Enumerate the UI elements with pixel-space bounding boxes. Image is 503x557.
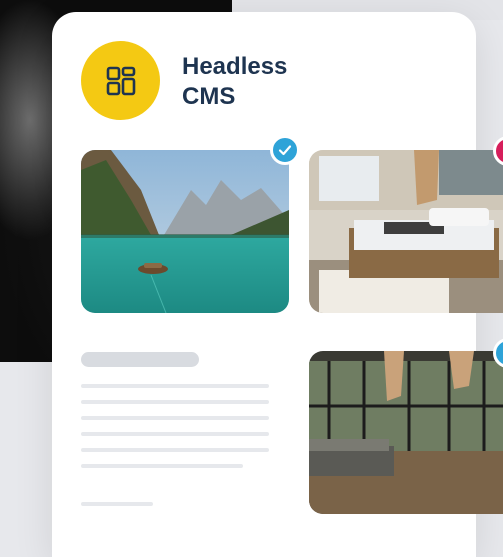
text-placeholder-line bbox=[81, 502, 153, 506]
sunroom-image[interactable] bbox=[309, 351, 503, 514]
bedroom-image[interactable] bbox=[309, 150, 503, 313]
heading-placeholder bbox=[81, 352, 199, 367]
title-line-2: CMS bbox=[182, 83, 236, 110]
text-placeholder-line bbox=[81, 416, 269, 420]
page-title: Headless CMS bbox=[182, 52, 382, 112]
title-line-1: Headless bbox=[182, 53, 288, 80]
selected-check-badge[interactable] bbox=[270, 135, 300, 165]
text-placeholder-line bbox=[81, 400, 269, 404]
dashboard-grid-icon bbox=[106, 66, 135, 95]
text-placeholder-line bbox=[81, 432, 269, 436]
text-placeholder-line bbox=[81, 448, 269, 452]
logo-badge bbox=[81, 41, 160, 120]
check-icon bbox=[278, 145, 292, 156]
text-placeholder-line bbox=[81, 384, 269, 388]
mountain-lake-image[interactable] bbox=[81, 150, 289, 313]
text-placeholder-line bbox=[81, 464, 243, 468]
